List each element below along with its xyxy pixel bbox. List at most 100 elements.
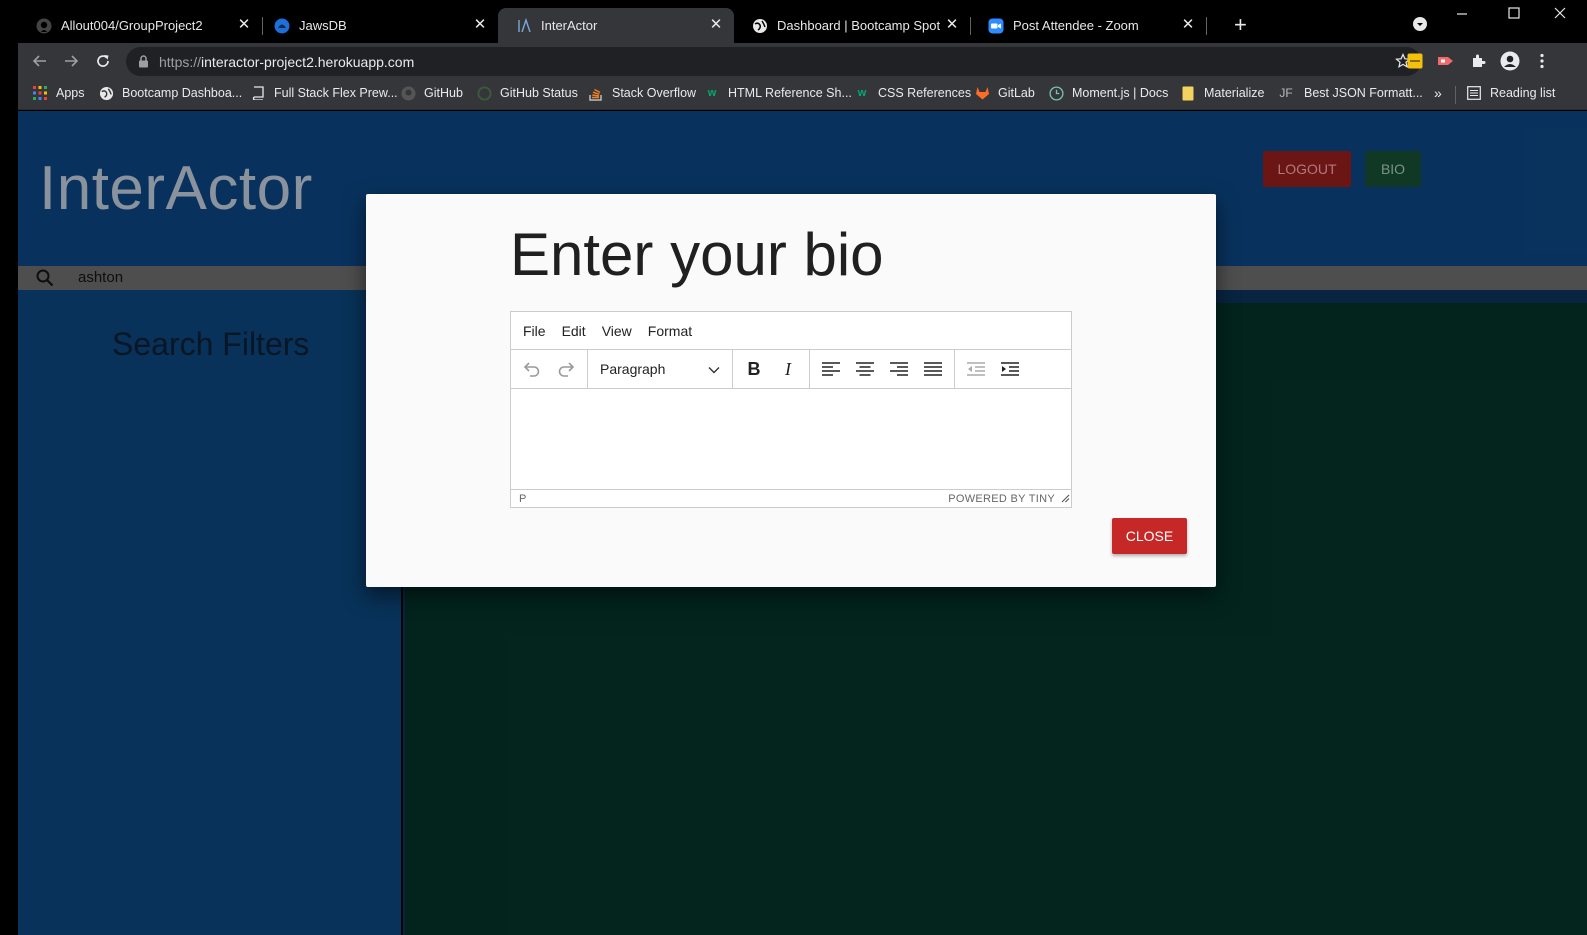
tab-title: InterActor (541, 18, 598, 33)
kebab-menu-icon[interactable] (1531, 50, 1553, 72)
clock-icon (1048, 85, 1064, 101)
github-icon (36, 18, 52, 34)
forward-icon[interactable] (59, 49, 83, 73)
reading-list-icon (1466, 85, 1482, 101)
book-icon (250, 85, 266, 101)
bookmark-gitlab[interactable]: GitLab (974, 85, 1035, 101)
bookmark-bootcamp-dashboard[interactable]: Bootcamp Dashboa... (98, 85, 242, 101)
tab-close-icon[interactable]: ✕ (1180, 17, 1196, 33)
tab-close-icon[interactable]: ✕ (944, 17, 960, 33)
bookmark-label: Full Stack Flex Prew... (274, 86, 398, 100)
more-bookmarks-chevron-icon[interactable]: » (1434, 85, 1442, 101)
tab-title: Dashboard | Bootcamp Spot (777, 18, 941, 33)
bookmark-label: Materialize (1204, 86, 1265, 100)
modal-title: Enter your bio (510, 221, 884, 288)
globe-icon (752, 18, 768, 34)
bookmark-json-formatter[interactable]: JF Best JSON Formatt... (1276, 85, 1423, 101)
indent-group (955, 350, 1031, 388)
align-right-icon[interactable] (882, 354, 916, 384)
tab-divider (1206, 17, 1207, 35)
align-left-icon[interactable] (814, 354, 848, 384)
menu-view[interactable]: View (602, 323, 632, 339)
tab-close-icon[interactable]: ✕ (472, 17, 488, 33)
alignment-group (810, 350, 955, 388)
rich-text-editor: File Edit View Format Paragraph B I P PO… (510, 311, 1072, 508)
lock-icon (138, 55, 149, 68)
editor-statusbar: P POWERED BY TINY (511, 489, 1071, 507)
bookmarks-bar: Apps Bootcamp Dashboa... Full Stack Flex… (18, 79, 1587, 110)
tab-github[interactable]: Allout004/GroupProject2 ✕ (18, 8, 262, 43)
reload-icon[interactable] (91, 49, 115, 73)
menu-file[interactable]: File (523, 323, 546, 339)
new-tab-plus-icon[interactable]: + (1234, 14, 1247, 36)
apps-grid-icon (32, 85, 48, 101)
bold-icon[interactable]: B (737, 354, 771, 384)
bookmark-label: GitHub (424, 86, 463, 100)
redo-icon[interactable] (549, 354, 583, 384)
powered-by-tiny-link[interactable]: POWERED BY TINY (948, 493, 1055, 505)
tab-zoom[interactable]: Post Attendee - Zoom ✕ (970, 8, 1206, 43)
github-icon (400, 85, 416, 101)
profile-avatar-icon[interactable] (1499, 50, 1521, 72)
block-format-value: Paragraph (600, 361, 666, 377)
tab-title: Post Attendee - Zoom (1013, 18, 1139, 33)
chevron-down-icon (708, 361, 720, 377)
maximize-icon[interactable] (1504, 6, 1524, 26)
window-close-icon[interactable] (1550, 6, 1570, 26)
bookmark-label: Bootcamp Dashboa... (122, 86, 243, 100)
jawsdb-icon (274, 18, 290, 34)
tab-search-icon[interactable] (1410, 16, 1430, 36)
bookmark-css-references[interactable]: w CSS References (854, 85, 971, 101)
menu-format[interactable]: Format (648, 323, 692, 339)
resize-handle-icon[interactable] (1061, 494, 1070, 506)
extensions-puzzle-icon[interactable] (1467, 50, 1489, 72)
italic-icon[interactable]: I (771, 354, 805, 384)
folder-icon (1180, 85, 1196, 101)
bookmark-label: Moment.js | Docs (1072, 86, 1169, 100)
bookmark-label: Apps (56, 86, 85, 100)
tab-bootcamp-dashboard[interactable]: Dashboard | Bootcamp Spot ✕ (734, 8, 970, 43)
undo-icon[interactable] (515, 354, 549, 384)
tab-interactor[interactable]: InterActor ✕ (498, 8, 734, 43)
bookmark-github-status[interactable]: GitHub Status (476, 85, 578, 101)
close-button[interactable]: CLOSE (1112, 518, 1187, 554)
tab-close-icon[interactable]: ✕ (236, 17, 252, 33)
reading-list-button[interactable]: Reading list (1466, 85, 1555, 101)
globe-icon (98, 85, 114, 101)
bookmark-label: Best JSON Formatt... (1304, 86, 1423, 100)
minimize-icon[interactable] (1452, 6, 1472, 26)
extension-yellow-icon[interactable] (1404, 50, 1426, 72)
tab-title: JawsDB (299, 18, 347, 33)
bookmark-html-reference[interactable]: w HTML Reference Sh... (704, 85, 852, 101)
element-path[interactable]: P (519, 493, 526, 505)
tab-close-icon[interactable]: ✕ (708, 17, 724, 33)
extension-video-icon[interactable] (1435, 50, 1457, 72)
indent-icon[interactable] (993, 354, 1027, 384)
outdent-icon[interactable] (959, 354, 993, 384)
bookmark-stack-overflow[interactable]: Stack Overflow (588, 85, 696, 101)
tab-jawsdb[interactable]: JawsDB ✕ (256, 8, 498, 43)
bookmark-materialize[interactable]: Materialize (1180, 85, 1264, 101)
block-format-select[interactable]: Paragraph (592, 354, 728, 384)
address-bar[interactable]: https://interactor-project2.herokuapp.co… (126, 47, 1421, 76)
zoom-icon (988, 18, 1004, 34)
bookmark-github[interactable]: GitHub (400, 85, 463, 101)
browser-toolbar: https://interactor-project2.herokuapp.co… (18, 43, 1587, 79)
align-center-icon[interactable] (848, 354, 882, 384)
bio-text-area[interactable] (511, 389, 1071, 489)
editor-toolbar: Paragraph B I (511, 350, 1071, 389)
history-group (511, 350, 588, 388)
stack-overflow-icon (588, 85, 604, 101)
jf-icon: JF (1279, 86, 1293, 100)
bookmark-full-stack[interactable]: Full Stack Flex Prew... (250, 85, 398, 101)
github-status-icon (476, 85, 492, 101)
inline-format-group: B I (733, 350, 810, 388)
w3-icon: w (857, 87, 867, 99)
align-justify-icon[interactable] (916, 354, 950, 384)
url-host: interactor-project2.herokuapp.com (201, 53, 415, 70)
back-icon[interactable] (28, 49, 52, 73)
bookmark-momentjs[interactable]: Moment.js | Docs (1048, 85, 1168, 101)
gitlab-icon (974, 85, 990, 101)
menu-edit[interactable]: Edit (562, 323, 586, 339)
bookmark-apps[interactable]: Apps (32, 85, 85, 101)
